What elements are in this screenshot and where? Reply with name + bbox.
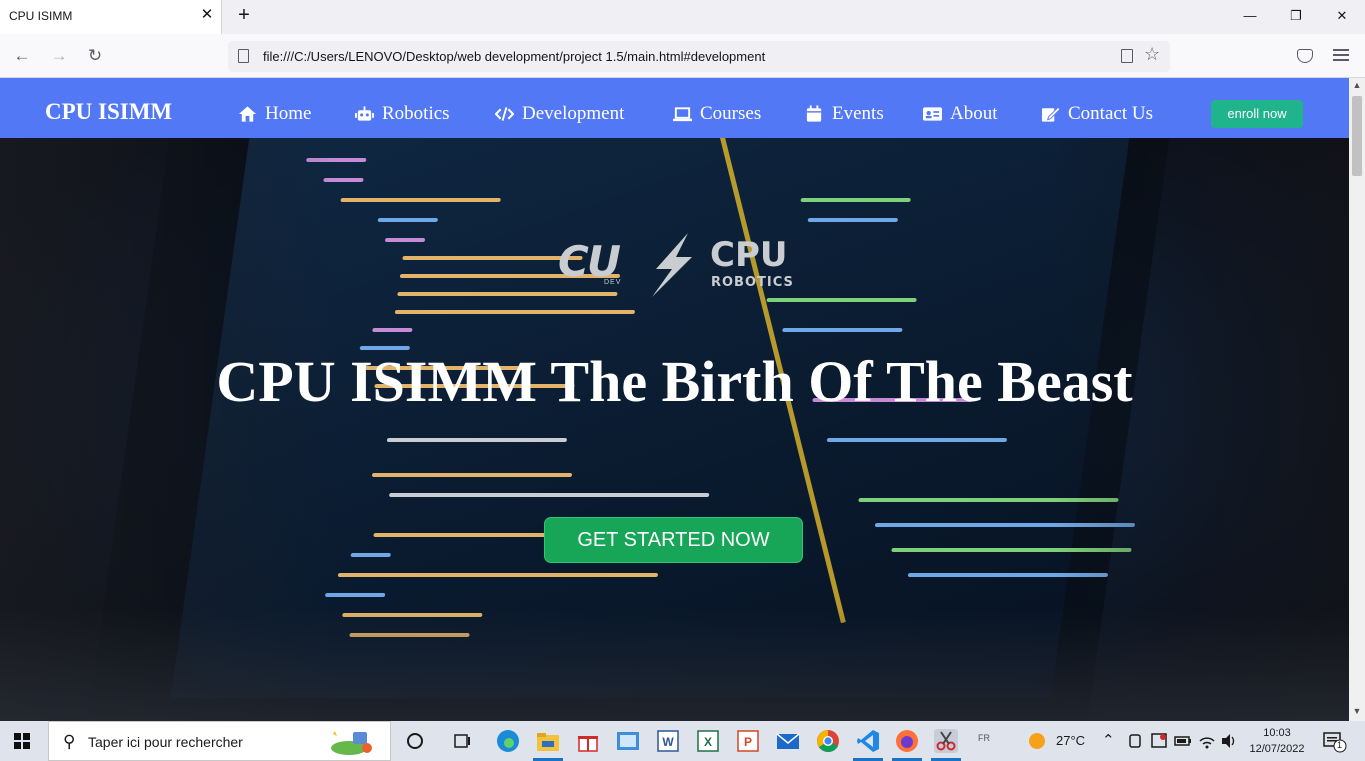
tab-title: CPU ISIMM [9,9,73,23]
nav-label: Home [265,103,312,124]
nav-label: About [950,103,998,124]
home-icon [238,106,257,122]
enroll-now-button[interactable]: enroll now [1211,100,1303,128]
nav-link-about[interactable]: About [923,102,998,126]
back-button[interactable]: ← [12,46,32,66]
word-icon[interactable]: W [656,729,680,753]
clock-time: 10:03 [1263,727,1291,739]
nav-link-events[interactable]: Events [805,102,884,126]
forward-button[interactable]: → [49,46,69,66]
scroll-down-icon[interactable]: ▼ [1349,706,1365,718]
firefox-icon[interactable] [895,729,919,753]
minimize-button[interactable]: — [1240,6,1260,26]
lightning-bolt-icon [652,233,692,297]
show-hidden-icons-icon[interactable]: ⌃ [1102,731,1115,749]
hero-logo: CU DEV CPU ROBOTICS [558,233,798,297]
restore-button[interactable]: ❐ [1286,6,1306,26]
vscode-icon[interactable] [856,729,880,753]
chrome-icon[interactable] [816,729,840,753]
gift-icon[interactable] [576,729,600,753]
hero-section: CU DEV CPU ROBOTICS CPU ISIMM The Birth … [0,138,1349,721]
input-language[interactable]: FR [978,733,990,743]
volume-icon[interactable] [1220,732,1238,750]
search-highlight-icon [331,731,372,755]
snipping-tool-icon[interactable] [934,729,958,753]
browser-toolbar: ← → ↻ file:///C:/Users/LENOVO/Desktop/we… [0,34,1365,78]
close-window-button[interactable]: ✕ [1332,6,1352,26]
page-viewport: CU DEV CPU ROBOTICS CPU ISIMM The Birth … [0,78,1349,721]
logo-robotics-text: ROBOTICS [711,275,794,290]
windows-taskbar: ⚲ Taper ici pour rechercher W X P FR 27°… [0,721,1365,761]
scroll-up-icon[interactable]: ▲ [1349,80,1365,92]
svg-text:P: P [744,735,752,749]
notification-center-icon[interactable]: 1 [1322,731,1348,753]
get-started-button[interactable]: GET STARTED NOW [544,517,803,563]
edge-icon[interactable] [496,729,520,753]
nav-link-home[interactable]: Home [238,102,311,126]
security-icon[interactable] [1150,732,1168,750]
clock-date: 12/07/2022 [1249,743,1305,755]
nav-label: Robotics [382,103,450,124]
browser-tab-strip: CPU ISIMM ✕ + — ❐ ✕ [0,0,1365,34]
powerpoint-icon[interactable]: P [736,729,760,753]
id-card-icon [923,107,942,121]
hero-title: CPU ISIMM The Birth Of The Beast [216,349,1133,414]
laptop-icon [673,107,692,122]
hamburger-menu-icon[interactable] [1333,47,1349,63]
taskbar-search[interactable]: ⚲ Taper ici pour rechercher [48,721,391,761]
nav-link-robotics[interactable]: Robotics [355,102,450,126]
wifi-icon[interactable] [1198,732,1216,750]
cortana-icon[interactable] [403,729,427,753]
edit-icon [1041,106,1060,122]
code-icon [495,107,514,121]
file-explorer-icon[interactable] [536,729,560,753]
tab-close-icon[interactable]: ✕ [199,7,215,23]
browser-tab[interactable]: CPU ISIMM ✕ [0,0,222,34]
nav-label: Events [832,103,884,124]
nav-link-courses[interactable]: Courses [673,102,761,126]
nav-link-contact[interactable]: Contact Us [1041,102,1153,126]
nav-link-development[interactable]: Development [495,102,624,126]
page-icon [238,49,249,63]
excel-icon[interactable]: X [696,729,720,753]
new-tab-button[interactable]: + [234,5,254,25]
url-text[interactable]: file:///C:/Users/LENOVO/Desktop/web deve… [263,49,765,64]
page-scrollbar[interactable]: ▲ ▼ [1349,78,1365,721]
address-bar[interactable]: file:///C:/Users/LENOVO/Desktop/web deve… [228,41,1170,72]
scroll-thumb[interactable] [1352,96,1362,176]
windows-start-icon[interactable] [14,733,30,749]
reader-view-icon[interactable] [1121,49,1133,63]
logo-cpu-text: CPU [710,235,788,275]
calendar-icon [806,105,822,122]
nav-label: Courses [700,103,762,124]
battery-icon[interactable] [1174,734,1192,748]
photos-icon[interactable] [616,729,640,753]
logo-dev-text: DEV [604,279,622,286]
robot-icon [355,106,374,121]
task-view-icon[interactable] [450,729,474,753]
device-icon[interactable] [1127,732,1143,750]
weather-temperature[interactable]: 27°C [1056,733,1085,748]
taskbar-clock[interactable]: 10:03 12/07/2022 [1244,725,1310,757]
mail-icon[interactable] [776,729,800,753]
bookmark-star-icon[interactable]: ☆ [1144,44,1160,65]
nav-label: Contact Us [1068,103,1153,124]
svg-text:X: X [704,735,712,749]
svg-text:W: W [662,735,674,749]
site-brand[interactable]: CPU ISIMM [45,99,172,125]
notification-count: 1 [1337,740,1343,750]
search-icon: ⚲ [63,732,76,751]
site-navbar: CPU ISIMM Home Robotics Development Cour… [0,78,1349,138]
nav-label: Development [522,103,625,124]
hero-bottom-overlay [0,608,1349,721]
weather-sun-icon[interactable] [1027,731,1047,751]
reload-button[interactable]: ↻ [85,46,105,66]
search-placeholder[interactable]: Taper ici pour rechercher [88,734,243,750]
